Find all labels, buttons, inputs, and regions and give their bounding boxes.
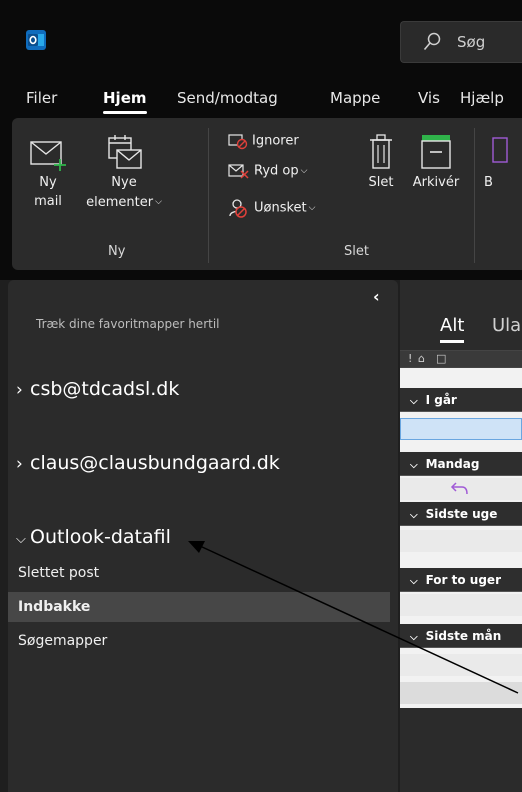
menu-bar: Filer Hjem Send/modtag Mappe Vis Hjælp — [0, 78, 522, 118]
new-mail-button[interactable]: Ny mail — [22, 136, 74, 210]
chevron-down-icon: ⌵ — [410, 510, 418, 521]
archive-icon — [421, 135, 451, 169]
delete-label: Slet — [368, 175, 394, 190]
favorites-hint: Træk dine favoritmapper hertil — [36, 317, 220, 331]
chevron-down-icon: ⌵ — [308, 202, 316, 213]
ribbon-separator — [208, 128, 209, 263]
chevron-right-icon: › — [16, 454, 23, 474]
importance-column-icon[interactable]: ! — [408, 352, 412, 365]
column-header: ! ⌂ □ — [400, 350, 522, 368]
new-mail-label-line2: mail — [34, 194, 62, 209]
message-row[interactable] — [400, 594, 522, 616]
group-label-delete: Slet — [344, 244, 369, 259]
tab-filer[interactable]: Filer — [26, 89, 57, 107]
message-list-body: ⌵ I går ⌵ Mandag ⌵ Sidste uge ⌵ For to uger … — [400, 368, 522, 708]
filter-tab-all[interactable]: Alt — [440, 315, 465, 343]
new-mail-label-line1: Ny — [39, 175, 57, 190]
message-row[interactable] — [400, 418, 522, 440]
message-list-empty-area — [400, 708, 522, 792]
junk-icon — [229, 199, 247, 218]
chevron-down-icon: ⌵ — [300, 165, 308, 176]
group-header-monday[interactable]: ⌵ Mandag — [400, 452, 522, 476]
account-outlook-datafil[interactable]: ⌵ Outlook-datafil — [16, 526, 171, 548]
group-label: I går — [425, 393, 457, 407]
chevron-down-icon: ⌵ — [410, 632, 418, 643]
message-list: Alt Ula ! ⌂ □ ⌵ I går ⌵ Mandag ⌵ Sidste uge… — [400, 280, 522, 792]
ribbon-area: Ny mail Nye elementer ⌵ Ny Ignorer Ryd o… — [0, 118, 522, 280]
folder-pane: ‹ Træk dine favoritmapper hertil › csb@td… — [8, 280, 398, 792]
group-header-two-weeks[interactable]: ⌵ For to uger — [400, 568, 522, 592]
message-row[interactable] — [400, 682, 522, 704]
tab-vis[interactable]: Vis — [418, 89, 440, 107]
chevron-right-icon: › — [16, 380, 23, 400]
search-input[interactable]: Søg — [400, 21, 522, 63]
cleanup-label: Ryd op — [254, 163, 299, 179]
tab-mappe[interactable]: Mappe — [330, 89, 380, 107]
ignore-button[interactable]: Ignorer — [228, 132, 299, 150]
ignore-label: Ignorer — [252, 133, 299, 149]
ribbon-separator — [474, 128, 475, 263]
group-label: For to uger — [425, 573, 501, 587]
reply-icon — [450, 482, 468, 495]
chevron-down-icon: ⌵ — [410, 396, 418, 407]
junk-label: Uønsket — [254, 200, 307, 216]
partial-ribbon-button[interactable]: B — [484, 132, 514, 194]
group-label: Mandag — [425, 457, 480, 471]
archive-button[interactable]: Arkivér — [408, 132, 464, 194]
partial-label: B — [484, 175, 493, 190]
account-name: Outlook-datafil — [30, 526, 171, 548]
outlook-logo-icon — [26, 30, 46, 50]
chevron-down-icon: ⌵ — [410, 460, 418, 471]
message-row[interactable] — [400, 654, 522, 676]
folder-inbox[interactable]: Indbakke — [8, 592, 390, 622]
reminder-bell-icon[interactable]: ⌂ — [418, 352, 425, 365]
cleanup-button[interactable]: Ryd op ⌵ — [228, 162, 307, 180]
message-row[interactable] — [400, 478, 522, 500]
group-label: Sidste uge — [425, 507, 498, 521]
chevron-down-icon: ⌵ — [16, 532, 26, 547]
search-icon — [423, 32, 441, 51]
filter-tab-unread[interactable]: Ula — [492, 315, 521, 336]
account-name: claus@clausbundgaard.dk — [30, 452, 280, 474]
new-items-label-line1: Nye — [111, 175, 137, 190]
ignore-icon — [228, 134, 248, 150]
archive-label: Arkivér — [412, 175, 460, 190]
account-name: csb@tdcadsl.dk — [30, 378, 180, 400]
new-items-icon — [108, 135, 142, 169]
account-claus[interactable]: › claus@clausbundgaard.dk — [16, 452, 280, 474]
partial-icon — [492, 137, 508, 163]
group-header-last-week[interactable]: ⌵ Sidste uge — [400, 502, 522, 526]
delete-button[interactable]: Slet — [366, 132, 396, 194]
trash-icon — [370, 134, 392, 169]
chevron-down-icon: ⌵ — [410, 576, 418, 587]
collapse-pane-chevron-left-icon[interactable]: ‹ — [373, 287, 380, 306]
title-bar: Søg — [0, 0, 522, 78]
group-header-yesterday[interactable]: ⌵ I går — [400, 388, 522, 412]
attachment-column-icon[interactable]: □ — [436, 352, 446, 365]
folder-search-folders[interactable]: Søgemapper — [8, 626, 390, 656]
new-mail-icon — [30, 141, 66, 171]
new-items-button[interactable]: Nye elementer ⌵ — [84, 132, 164, 211]
junk-button[interactable]: Uønsket ⌵ — [228, 198, 315, 218]
tab-hjaelp[interactable]: Hjælp — [460, 89, 504, 107]
group-label-new: Ny — [108, 244, 126, 259]
ribbon: Ny mail Nye elementer ⌵ Ny Ignorer Ryd o… — [12, 118, 522, 270]
chevron-down-icon: ⌵ — [155, 197, 162, 207]
group-label: Sidste mån — [425, 629, 502, 643]
folder-deleted-items[interactable]: Slettet post — [8, 558, 390, 588]
message-row[interactable] — [400, 530, 522, 552]
account-csb[interactable]: › csb@tdcadsl.dk — [16, 378, 179, 400]
search-placeholder: Søg — [457, 33, 486, 51]
new-items-label-line2-wrap: elementer ⌵ — [84, 194, 164, 211]
new-items-label-line2: elementer — [86, 195, 154, 210]
tab-send-modtag[interactable]: Send/modtag — [177, 89, 278, 107]
tab-hjem[interactable]: Hjem — [103, 89, 147, 114]
cleanup-icon — [228, 164, 249, 179]
group-header-last-month[interactable]: ⌵ Sidste mån — [400, 624, 522, 648]
